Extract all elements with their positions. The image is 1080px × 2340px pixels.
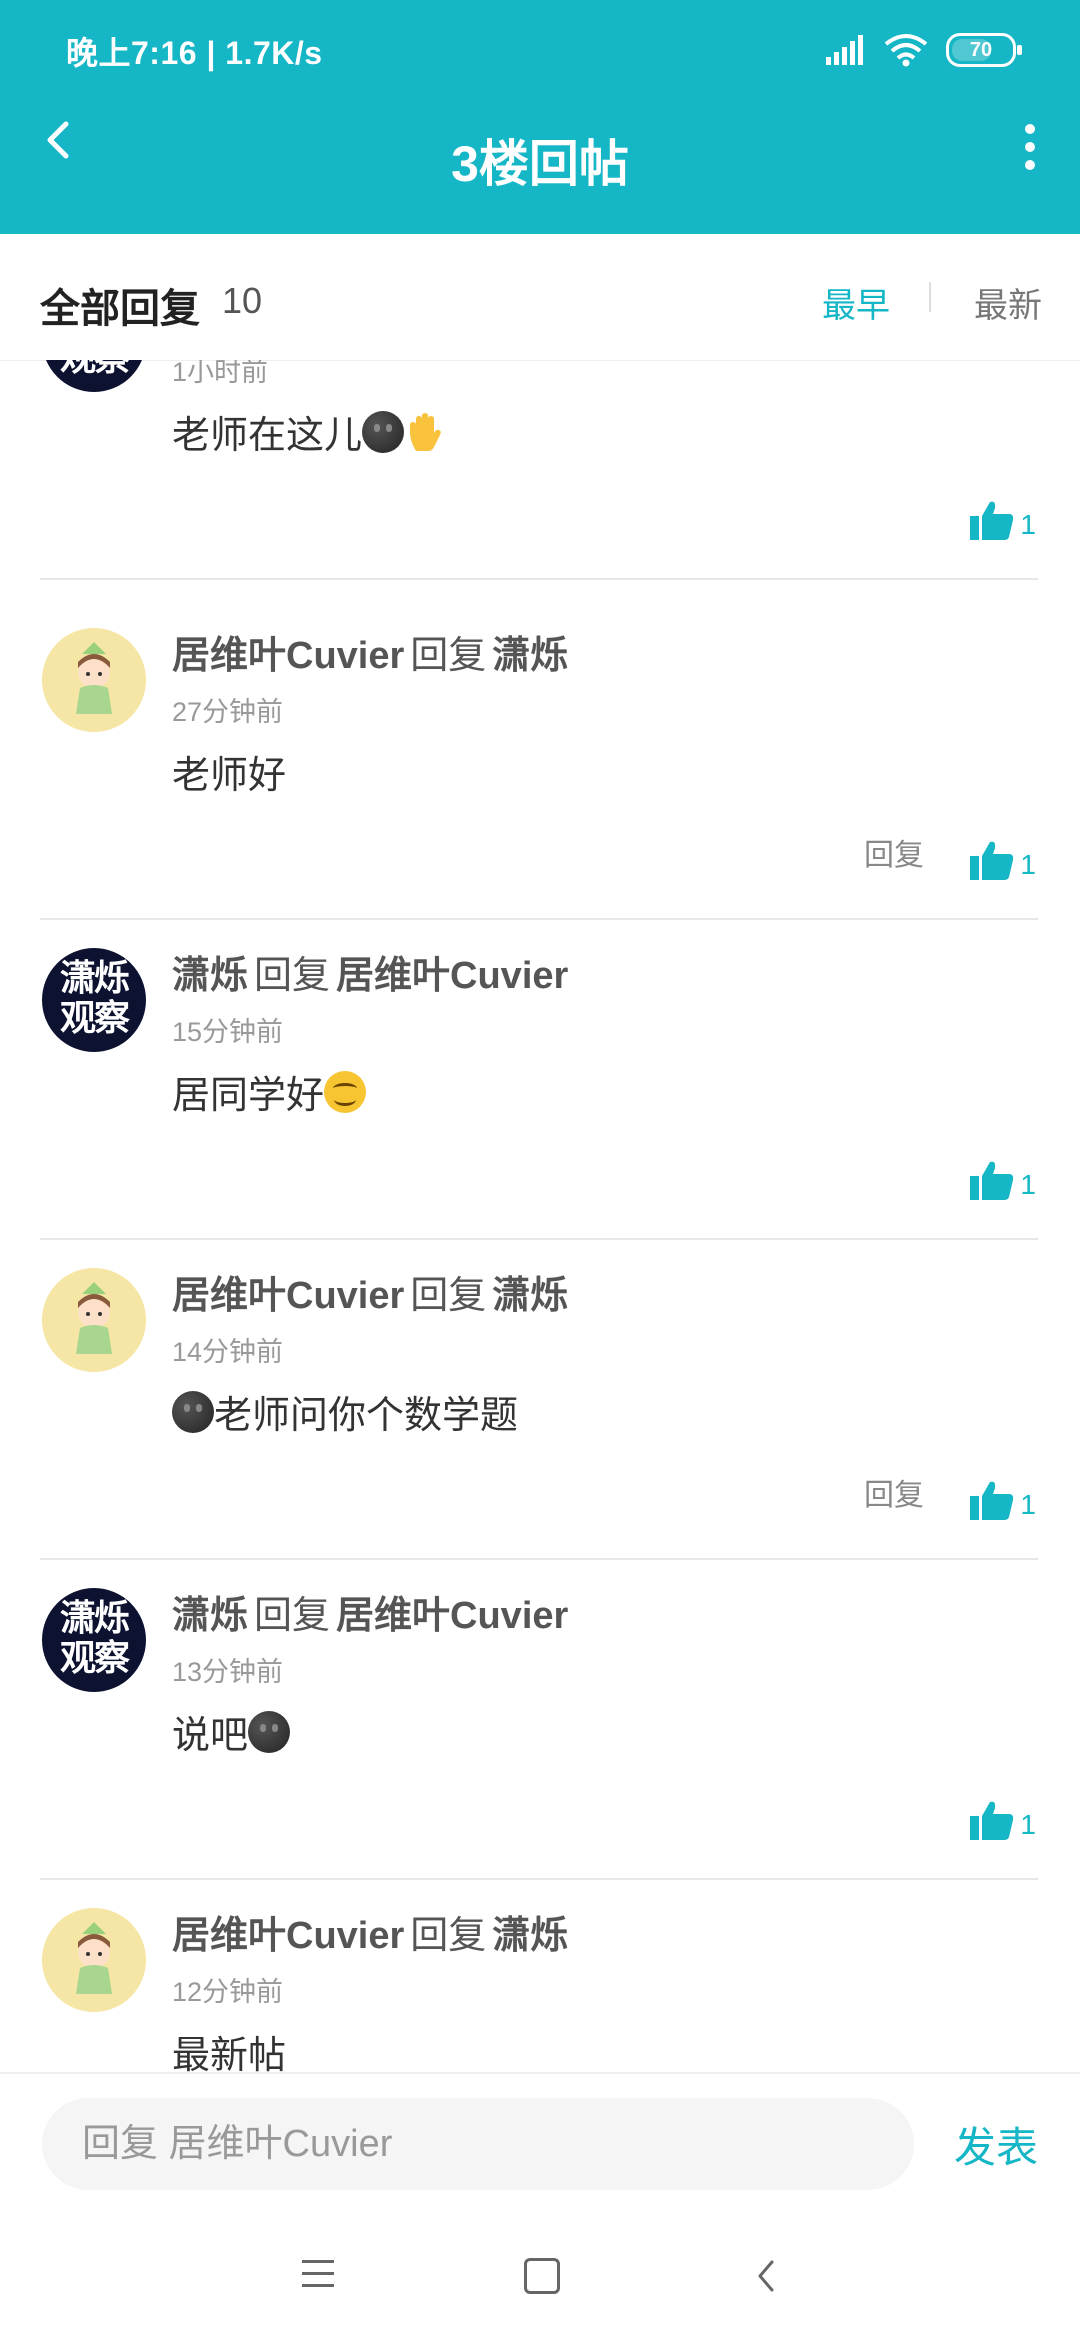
like-count: 1 bbox=[1020, 849, 1036, 880]
smiling-face-emoji-icon bbox=[324, 1070, 367, 1113]
sort-divider bbox=[929, 282, 931, 312]
comment-time: 15分钟前 bbox=[172, 1017, 284, 1047]
replies-header: 全部回复 10 最早 最新 bbox=[0, 234, 1080, 361]
comment-text: 说吧 bbox=[172, 1704, 291, 1759]
comment-item: 居维叶Cuvier 回复 潇烁 27分钟前 老师好 回复 1 bbox=[40, 598, 1038, 920]
like-count: 1 bbox=[1020, 1169, 1036, 1200]
avatar[interactable]: 潇烁 观察 bbox=[42, 948, 146, 1052]
comment-time: 13分钟前 bbox=[172, 1657, 284, 1687]
avatar[interactable]: 潇烁 观察 bbox=[42, 1588, 146, 1692]
username[interactable]: 潇烁 bbox=[172, 955, 248, 997]
sort-earliest-tab[interactable]: 最早 bbox=[822, 278, 890, 327]
username[interactable]: 居维叶Cuvier bbox=[172, 635, 404, 677]
comment-item: 潇烁 观察 1小时前 老师在这儿 1 bbox=[40, 360, 1038, 580]
comment-text: 最新帖 bbox=[172, 2035, 287, 2072]
comment-text: 老师问你个数学题 bbox=[172, 1384, 518, 1439]
avatar[interactable]: 潇烁 观察 bbox=[42, 360, 146, 392]
raised-hand-emoji-icon bbox=[410, 412, 441, 451]
comment-item: 潇烁 观察 潇烁 回复 居维叶Cuvier 13分钟前 说吧 1 bbox=[40, 1558, 1038, 1880]
comment-header: 居维叶Cuvier 回复 潇烁 bbox=[172, 635, 569, 677]
wifi-icon bbox=[884, 34, 928, 67]
reply-to-user[interactable]: 潇烁 bbox=[492, 635, 568, 677]
comment-time: 1小时前 bbox=[172, 360, 269, 387]
comment-time: 14分钟前 bbox=[172, 1337, 284, 1367]
like-button[interactable]: 1 bbox=[970, 840, 1036, 880]
comment-header: 居维叶Cuvier 回复 潇烁 bbox=[172, 1915, 569, 1957]
battery-level: 70 bbox=[969, 38, 993, 61]
comment-header: 居维叶Cuvier 回复 潇烁 bbox=[172, 1275, 569, 1317]
reply-to-user[interactable]: 居维叶Cuvier bbox=[336, 955, 568, 997]
reply-to-user[interactable]: 居维叶Cuvier bbox=[336, 1595, 568, 1637]
battery-icon: 70 bbox=[946, 33, 1022, 67]
send-button[interactable]: 发表 bbox=[954, 2114, 1038, 2175]
like-count: 1 bbox=[1020, 509, 1036, 540]
system-back-icon[interactable] bbox=[752, 2258, 782, 2294]
status-icons: 70 bbox=[826, 28, 1022, 72]
reply-bar: 发表 bbox=[0, 2072, 1080, 2216]
comment-list[interactable]: 潇烁 观察 1小时前 老师在这儿 1 bbox=[0, 360, 1080, 2072]
comment-item: 居维叶Cuvier 回复 潇烁 14分钟前 老师问你个数学题 回复 1 bbox=[40, 1238, 1038, 1560]
cartoon-avatar-icon bbox=[42, 628, 146, 732]
thumbs-up-icon bbox=[970, 1161, 1014, 1200]
reply-button[interactable]: 回复 bbox=[864, 1470, 924, 1514]
reply-button[interactable]: 回复 bbox=[864, 830, 924, 874]
like-button[interactable]: 1 bbox=[970, 1160, 1036, 1200]
username[interactable]: 潇烁 bbox=[172, 1595, 248, 1637]
like-button[interactable]: 1 bbox=[970, 1800, 1036, 1840]
thumbs-up-icon bbox=[970, 841, 1014, 880]
reply-to-user[interactable]: 潇烁 bbox=[492, 1275, 568, 1317]
comment-text: 居同学好 bbox=[172, 1064, 367, 1119]
dark-face-emoji-icon bbox=[172, 1390, 214, 1433]
username[interactable]: 居维叶Cuvier bbox=[172, 1915, 404, 1957]
reply-count: 10 bbox=[222, 280, 263, 321]
comment-item: 潇烁 观察 潇烁 回复 居维叶Cuvier 15分钟前 居同学好 1 bbox=[40, 918, 1038, 1240]
thumbs-up-icon bbox=[970, 1801, 1014, 1840]
like-count: 1 bbox=[1020, 1809, 1036, 1840]
username[interactable]: 居维叶Cuvier bbox=[172, 1275, 404, 1317]
avatar[interactable] bbox=[42, 1268, 146, 1372]
thumbs-up-icon bbox=[970, 1481, 1014, 1520]
like-button[interactable]: 1 bbox=[970, 1480, 1036, 1520]
status-time: 晚上7:16 | 1.7K/s bbox=[66, 35, 323, 71]
comment-item: 居维叶Cuvier 回复 潇烁 12分钟前 最新帖 bbox=[40, 1878, 1038, 2072]
dark-face-emoji-icon bbox=[362, 410, 405, 453]
top-bar: 晚上7:16 | 1.7K/s 70 3楼回帖 bbox=[0, 0, 1080, 234]
cartoon-avatar-icon bbox=[42, 1908, 146, 2012]
page-title: 3楼回帖 bbox=[451, 136, 629, 192]
like-count: 1 bbox=[1020, 1489, 1036, 1520]
signal-icon bbox=[826, 35, 863, 65]
comment-header: 潇烁 回复 居维叶Cuvier bbox=[172, 1595, 569, 1637]
comment-text: 老师在这儿 bbox=[172, 404, 446, 459]
status-bar: 晚上7:16 | 1.7K/s 70 bbox=[0, 0, 1080, 100]
comment-time: 12分钟前 bbox=[172, 1977, 284, 2007]
all-replies-label: 全部回复 bbox=[40, 287, 200, 331]
cartoon-avatar-icon bbox=[42, 1268, 146, 1372]
like-button[interactable]: 1 bbox=[970, 500, 1036, 540]
avatar[interactable] bbox=[42, 1908, 146, 2012]
sort-newest-tab[interactable]: 最新 bbox=[974, 278, 1042, 327]
menu-icon[interactable] bbox=[302, 2260, 334, 2296]
comment-time: 27分钟前 bbox=[172, 697, 284, 727]
avatar[interactable] bbox=[42, 628, 146, 732]
more-vertical-icon[interactable] bbox=[1020, 124, 1040, 174]
comment-text: 老师好 bbox=[172, 755, 287, 797]
comment-header: 潇烁 回复 居维叶Cuvier bbox=[172, 955, 569, 997]
system-nav-bar bbox=[0, 2214, 1080, 2340]
dark-face-emoji-icon bbox=[248, 1710, 291, 1753]
reply-input[interactable] bbox=[42, 2098, 914, 2190]
reply-to-user[interactable]: 潇烁 bbox=[492, 1915, 568, 1957]
home-icon[interactable] bbox=[524, 2258, 560, 2294]
thumbs-up-icon bbox=[970, 501, 1014, 540]
